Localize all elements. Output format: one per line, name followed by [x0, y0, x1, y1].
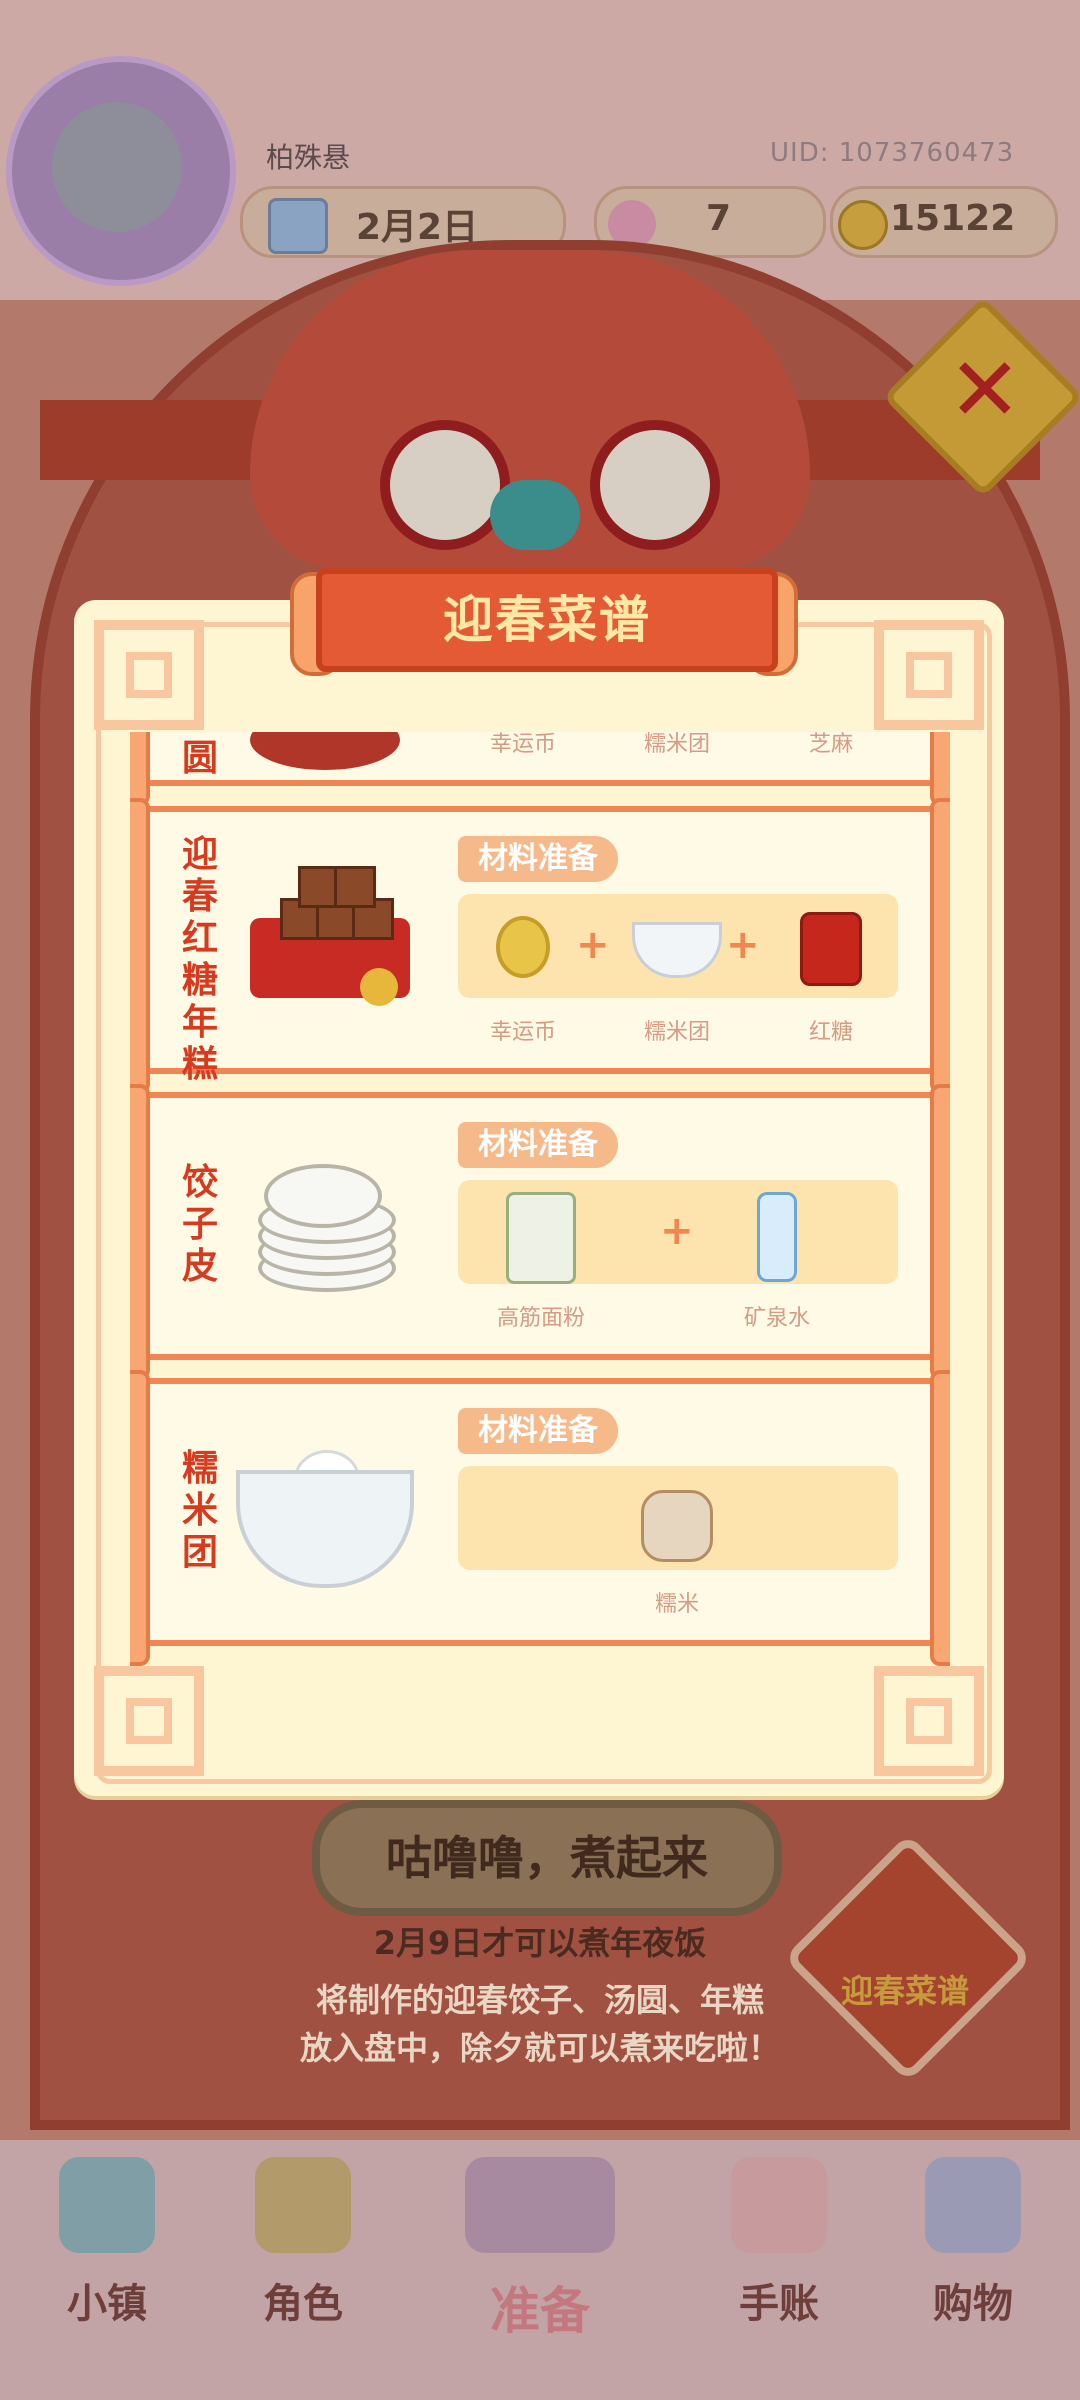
recipe-card-dumpling-wrapper[interactable]: 饺子皮 材料准备 + 高筋面粉 矿泉水 [130, 1084, 950, 1380]
recipe-card-niangao[interactable]: 迎春红糖年糕 材料准备 + + 幸运币 糯米团 红糖 [130, 798, 950, 1094]
ingredient-label: 糯米团 [643, 732, 710, 757]
nav-label-shop: 购物 [933, 2281, 1013, 2327]
plus-icon: + [576, 922, 610, 968]
card-pole-right [930, 798, 950, 1094]
ingredients-tag: 材料准备 [458, 1408, 618, 1454]
coin-icon [838, 200, 888, 250]
corner-knot-decoration [94, 1666, 204, 1776]
calendar-icon [268, 198, 328, 254]
card-pole-left [130, 1084, 150, 1380]
lucky-coin-icon [468, 912, 578, 982]
ingredient-label: 矿泉水 [743, 1306, 810, 1331]
recipe-name: 糯米团 [181, 1448, 218, 1573]
card-pole-left [130, 732, 150, 806]
ingredient-label: 高筋面粉 [496, 1306, 585, 1331]
ingredient-label: 幸运币 [489, 732, 556, 757]
recipe-name: 迎春红糖年糕 [181, 834, 218, 1085]
close-icon: ✕ [948, 338, 1022, 441]
recipe-book-label: 迎春菜谱 [840, 1972, 969, 2010]
plus-icon: + [726, 922, 760, 968]
map-icon [59, 2157, 155, 2253]
shopping-bag-icon [925, 2157, 1021, 2253]
nav-item-town[interactable]: 小镇 [32, 2145, 182, 2327]
avatar[interactable] [6, 56, 236, 286]
card-pole-right [930, 732, 950, 806]
dumpling-wrapper-image [240, 1134, 410, 1304]
rice-sack-icon [622, 1490, 732, 1562]
card-pole-right [930, 1084, 950, 1380]
nav-label-character: 角色 [263, 2281, 343, 2327]
player-uid[interactable]: UID: 1073760473 [770, 138, 1014, 168]
card-pole-right [930, 1370, 950, 1666]
bottom-nav: 小镇 角色 准备 手账 购物 [0, 2145, 1080, 2340]
character-icon [255, 2157, 351, 2253]
recipe-name: 圆 [181, 738, 218, 779]
corner-knot-decoration [94, 620, 204, 730]
lion-eye-right [590, 420, 720, 550]
recipe-card-rice-dough[interactable]: 糯米团 材料准备 糯米 [130, 1370, 950, 1666]
nav-label-prepare: 准备 [490, 2282, 590, 2340]
ingredient-label: 糯米团 [643, 1020, 710, 1045]
ingredient-label: 芝麻 [808, 732, 853, 757]
lion-nose [490, 480, 580, 550]
nav-item-character[interactable]: 角色 [228, 2145, 378, 2327]
water-bottle-icon [722, 1192, 832, 1282]
nav-label-journal: 手账 [739, 2281, 819, 2327]
recipe-name: 饺子皮 [181, 1162, 218, 1287]
niangao-image [240, 848, 410, 1018]
card-pole-left [130, 1370, 150, 1666]
corner-knot-decoration [874, 620, 984, 730]
cook-instructions-line1: 将制作的迎春饺子、汤圆、年糕 [315, 1981, 764, 2019]
nav-item-shop[interactable]: 购物 [898, 2145, 1048, 2327]
card-pole-left [130, 798, 150, 1094]
corner-knot-decoration [874, 1666, 984, 1776]
ingredients-tag: 材料准备 [458, 836, 618, 882]
rice-dough-bowl-image [236, 1420, 416, 1590]
prepare-icon [465, 2157, 615, 2253]
ingredients-tag: 材料准备 [458, 1122, 618, 1168]
cook-instructions: 将制作的迎春饺子、汤圆、年糕 放入盘中，除夕就可以煮来吃啦！ [220, 1976, 860, 2086]
nav-label-town: 小镇 [67, 2281, 147, 2327]
ingredient-label: 红糖 [808, 1020, 853, 1045]
plus-icon: + [660, 1208, 694, 1254]
ingredient-label: 幸运币 [489, 1020, 556, 1045]
coin-count: 15122 [890, 198, 1016, 239]
flour-bag-icon [486, 1192, 596, 1284]
recipe-card-tangyuan[interactable]: 圆 幸运币 糯米团 芝麻 [130, 732, 950, 806]
player-name: 柏殊悬 [266, 141, 351, 174]
nav-item-journal[interactable]: 手账 [704, 2145, 854, 2327]
journal-icon [731, 2157, 827, 2253]
cat-avatar-icon [52, 102, 182, 232]
brown-sugar-bag-icon [776, 912, 886, 986]
rice-dough-bowl-icon [622, 912, 732, 982]
ingredient-label: 糯米 [654, 1592, 699, 1617]
nav-item-prepare[interactable]: 准备 [440, 2145, 640, 2340]
modal-title: 迎春菜谱 [443, 591, 651, 649]
lion-eye-left [380, 420, 510, 550]
recipe-list[interactable]: 圆 幸运币 糯米团 芝麻 迎春红糖年糕 材料准备 + + 幸运币 糯米团 红糖 … [130, 732, 950, 1668]
cook-instructions-line2: 放入盘中，除夕就可以煮来吃啦！ [299, 2029, 780, 2067]
cook-button-label: 咕噜噜，煮起来 [386, 1831, 708, 1885]
flower-count: 7 [706, 198, 732, 239]
